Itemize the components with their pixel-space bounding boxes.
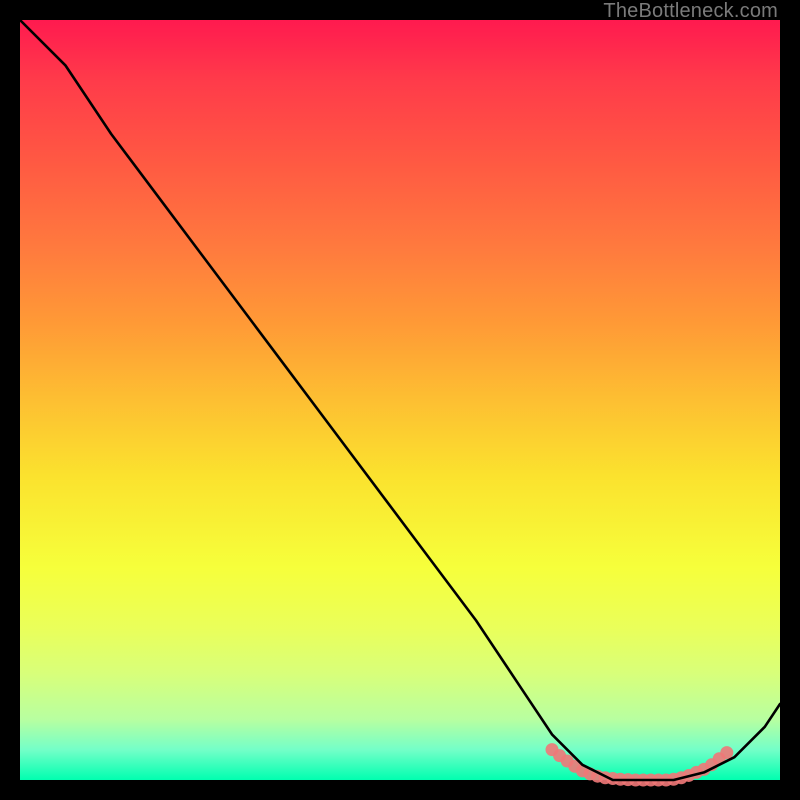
plot-area: [20, 20, 780, 780]
curve-line: [20, 20, 780, 780]
chart-svg: [20, 20, 780, 780]
chart-frame: TheBottleneck.com: [0, 0, 800, 800]
marker-dot: [720, 746, 733, 759]
